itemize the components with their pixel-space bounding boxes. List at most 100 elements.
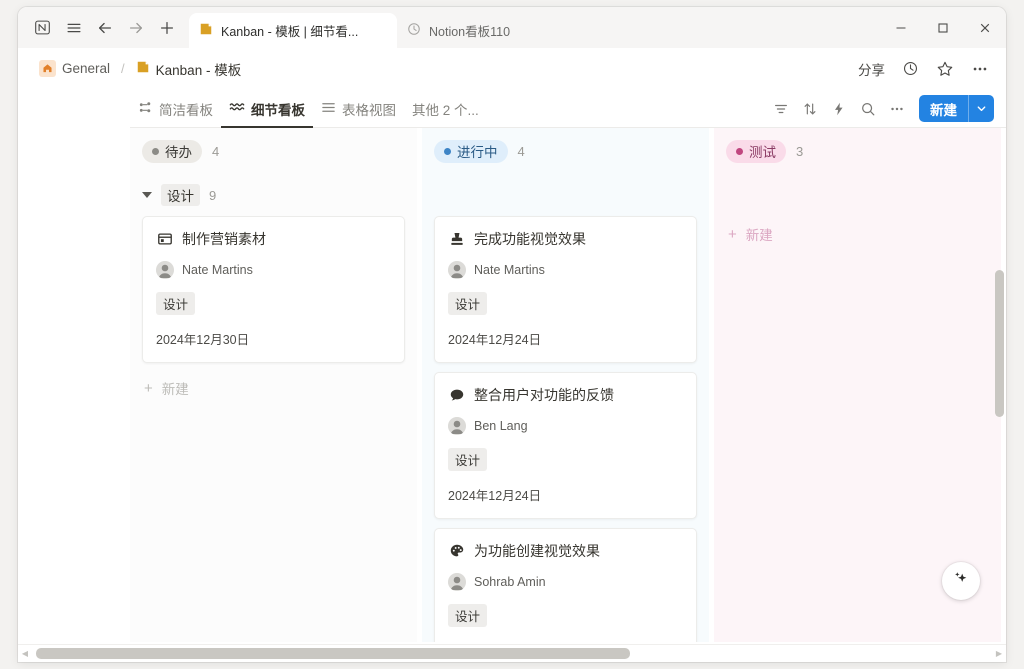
browser-tab-kanban[interactable]: Kanban - 模板 | 细节看... [189,13,397,48]
column-header-inprogress[interactable]: 进行中 4 [422,128,709,174]
card-title-row: 为功能创建视觉效果 [448,541,683,561]
board-simple-icon [138,100,153,118]
sort-icon[interactable] [796,95,823,122]
horizontal-scrollbar-thumb[interactable] [36,648,630,659]
browser-titlebar: Kanban - 模板 | 细节看... Notion看板110 [18,7,1006,48]
status-label: 测试 [749,145,776,160]
browser-tab-notion110[interactable]: Notion看板110 [397,13,605,48]
maximize-icon[interactable] [922,7,964,48]
clock-icon[interactable] [895,55,926,83]
card-tag: 设计 [448,448,488,471]
view-tab-label: 简洁看板 [159,102,213,118]
assignee-name: Sohrab Amin [474,575,546,589]
card-title: 为功能创建视觉效果 [474,543,600,559]
ai-assistant-button[interactable] [942,562,980,600]
new-item-button[interactable]: 新建 [919,95,994,122]
view-tab-simple-board[interactable]: 简洁看板 [130,90,221,128]
group-header-design[interactable]: 设计 9 [130,174,417,216]
home-emoji-icon [39,60,56,77]
card-date: 2024年12月24日 [448,489,542,503]
share-button[interactable]: 分享 [851,55,892,83]
card-tag: 设计 [448,604,488,627]
breadcrumb-page-label: Kanban - 模板 [155,62,242,78]
group-header-spacer [714,174,1001,216]
add-card-button-todo[interactable]: + 新建 [142,372,405,404]
add-card-button-testing[interactable]: + 新建 [726,218,989,250]
breadcrumb-workspace-label: General [62,61,111,76]
notion-logo-icon[interactable] [28,13,57,42]
topbar-actions: 分享 [851,55,996,83]
view-tabs-more[interactable]: 其他 2 个... [404,99,487,119]
kanban-card[interactable]: 整合用户对功能的反馈 Ben Lang 设计 2024年12月24日 [434,372,697,519]
card-tag: 设计 [448,292,488,315]
board-detail-icon [229,100,245,118]
card-date: 2024年12月24日 [448,333,542,347]
forward-arrow-icon[interactable] [121,13,150,42]
vertical-scrollbar-thumb[interactable] [995,270,1004,417]
scroll-left-arrow-icon[interactable]: ◀ [18,649,32,658]
view-tab-table[interactable]: 表格视图 [313,90,404,128]
column-header-testing[interactable]: 测试 3 [714,128,1001,174]
view-tab-label: 表格视图 [342,102,396,118]
breadcrumb-page[interactable]: Kanban - 模板 [131,57,247,81]
hamburger-menu-icon[interactable] [59,13,88,42]
table-icon [321,100,336,118]
view-tab-detail-board[interactable]: 细节看板 [221,90,313,128]
plus-icon[interactable] [152,13,181,42]
search-icon[interactable] [854,95,881,122]
avatar [156,261,174,279]
more-horizontal-icon[interactable] [883,95,910,122]
kanban-board: 待办 4 设计 9 制作营销素材 Nate Martins 设计 2024年12… [18,128,1006,642]
horizontal-scrollbar[interactable]: ◀ ▶ [18,644,1006,662]
card-date: 2024年12月30日 [156,333,250,347]
column-count: 3 [796,143,804,159]
card-tag: 设计 [156,292,196,315]
assignee-name: Nate Martins [182,263,253,277]
status-dot-icon [736,147,743,155]
notion-page-icon [199,22,213,39]
kanban-card[interactable]: 制作营销素材 Nate Martins 设计 2024年12月30日 [142,216,405,363]
image-icon [156,231,173,248]
chevron-down-icon[interactable] [142,192,152,198]
filter-icon[interactable] [767,95,794,122]
kanban-card[interactable]: 为功能创建视觉效果 Sohrab Amin 设计 [434,528,697,642]
column-count: 4 [517,143,525,159]
avatar [448,261,466,279]
new-item-button-label: 新建 [930,102,957,118]
assignee-name: Ben Lang [474,419,528,433]
horizontal-scrollbar-track[interactable] [32,648,992,659]
back-arrow-icon[interactable] [90,13,119,42]
status-badge-inprogress[interactable]: 进行中 [434,139,508,163]
browser-tab-label: Notion看板110 [429,25,511,39]
view-tab-label: 细节看板 [251,102,305,118]
palette-icon [448,543,465,560]
kanban-columns: 待办 4 设计 9 制作营销素材 Nate Martins 设计 2024年12… [130,128,1006,642]
automation-icon[interactable] [825,95,852,122]
group-header-spacer [422,174,709,216]
vertical-scrollbar[interactable] [995,102,1004,582]
star-icon[interactable] [929,55,961,83]
avatar [448,573,466,591]
column-header-todo[interactable]: 待办 4 [130,128,417,174]
more-horizontal-icon[interactable] [964,55,996,83]
sparkle-icon [951,569,971,594]
card-assignee: Nate Martins [448,261,683,279]
scroll-right-arrow-icon[interactable]: ▶ [992,649,1006,658]
add-card-label: 新建 [745,228,773,243]
minimize-icon[interactable] [880,7,922,48]
chevron-down-icon[interactable] [969,95,994,122]
status-badge-testing[interactable]: 测试 [726,139,786,163]
group-count: 9 [209,187,217,203]
column-cards-inprogress: 完成功能视觉效果 Nate Martins 设计 2024年12月24日 整合用… [422,216,709,642]
view-tools: 新建 [767,95,994,122]
card-assignee: Ben Lang [448,417,683,435]
card-assignee: Nate Martins [156,261,391,279]
close-icon[interactable] [964,7,1006,48]
status-badge-todo[interactable]: 待办 [142,139,202,163]
kanban-column-inprogress: 进行中 4 完成功能视觉效果 Nate Martins 设计 2024年12月2… [422,128,709,642]
kanban-card[interactable]: 完成功能视觉效果 Nate Martins 设计 2024年12月24日 [434,216,697,363]
status-label: 待办 [165,145,192,160]
breadcrumb-workspace[interactable]: General [34,58,115,79]
column-count: 4 [212,143,220,159]
kanban-column-todo: 待办 4 设计 9 制作营销素材 Nate Martins 设计 2024年12… [130,128,417,642]
